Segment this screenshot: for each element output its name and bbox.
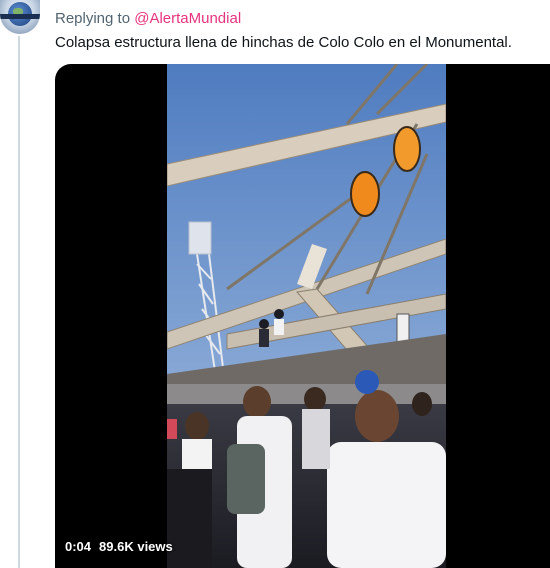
video-views: 89.6K views <box>99 539 173 554</box>
avatar-band <box>0 14 40 19</box>
avatar[interactable] <box>0 0 40 34</box>
video-stats: 0:04 89.6K views <box>65 539 173 554</box>
replying-to-label: Replying to <box>55 10 131 27</box>
tweet-text: Colapsa estructura llena de hinchas de C… <box>55 34 512 51</box>
video-player[interactable]: 0:04 89.6K views <box>55 64 550 568</box>
replying-to: Replying to @AlertaMundial <box>55 10 241 27</box>
mention-link[interactable]: @AlertaMundial <box>134 10 241 27</box>
video-frame <box>167 64 446 568</box>
thread-connector-line <box>18 36 20 568</box>
video-time: 0:04 <box>65 539 92 554</box>
